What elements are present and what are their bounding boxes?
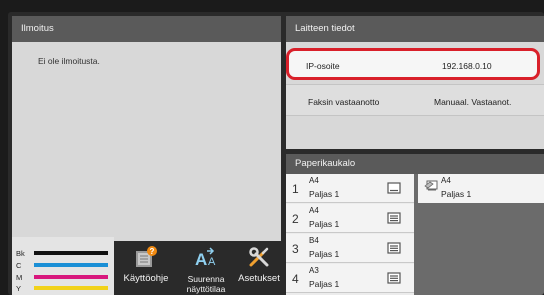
- user-guide-label: Käyttöohje: [123, 273, 169, 284]
- notification-title: Ilmoitus: [12, 16, 281, 42]
- tray-full-icon: [387, 272, 401, 284]
- device-info-title: Laitteen tiedot: [286, 16, 544, 42]
- touch-screen: Ilmoitus Ei ole ilmoitusta. Laitteen tie…: [8, 12, 544, 295]
- toner-cyan: C: [12, 260, 114, 272]
- ip-address-value: 192.168.0.10: [442, 61, 492, 71]
- tools-icon: [249, 247, 269, 267]
- tray-2[interactable]: 2 A4 Paljas 1: [286, 204, 414, 233]
- tray-1[interactable]: 1 A4 Paljas 1: [286, 174, 414, 203]
- zoom-display-label-line1: Suurenna: [187, 274, 225, 284]
- tray-list: 1 A4 Paljas 1 2 A4 Paljas 1 3 B4 Paljas …: [286, 174, 414, 295]
- paper-tray-title: Paperikaukalo: [286, 154, 544, 174]
- tray-paper-type: Paljas 1: [309, 189, 340, 199]
- notification-body: Ei ole ilmoitusta.: [12, 42, 281, 241]
- toner-label: C: [16, 261, 22, 270]
- tray-4[interactable]: 4 A3 Paljas 1: [286, 264, 414, 293]
- zoom-display-label: Suurenna näyttötilaa: [178, 274, 234, 294]
- toner-levels: Bk C M Y: [12, 237, 114, 295]
- zoom-text-icon: A A: [195, 247, 216, 269]
- tray-paper-size: A4: [309, 176, 319, 185]
- zoom-display-label-line2: näyttötilaa: [186, 284, 226, 294]
- toner-bar: [34, 275, 108, 279]
- zoom-display-button[interactable]: A A Suurenna näyttötilaa: [178, 241, 234, 294]
- tray-paper-type: Paljas 1: [309, 249, 340, 259]
- notification-message: Ei ole ilmoitusta.: [38, 56, 100, 66]
- tray-paper-size: B4: [309, 236, 319, 245]
- tray-empty-icon: [387, 182, 401, 194]
- device-info-body: IP-osoite 192.168.0.10 Faksin vastaanott…: [286, 42, 544, 149]
- bypass-paper-type: Paljas 1: [441, 189, 472, 199]
- fax-receive-label: Faksin vastaanotto: [308, 97, 380, 107]
- tray-number: 1: [292, 182, 299, 196]
- settings-label: Asetukset: [238, 273, 280, 284]
- toner-bar: [34, 263, 108, 267]
- settings-button[interactable]: Asetukset: [234, 241, 284, 293]
- bypass-tray-icon: [424, 180, 438, 191]
- toner-black: Bk: [12, 248, 114, 260]
- svg-text:?: ?: [150, 247, 155, 256]
- bypass-tray[interactable]: A4 Paljas 1: [418, 174, 544, 203]
- user-guide-button[interactable]: ? Käyttöohje: [116, 241, 176, 293]
- tray-full-icon: [387, 242, 401, 254]
- bypass-paper-size: A4: [441, 176, 451, 185]
- tray-paper-size: A4: [309, 206, 319, 215]
- tray-paper-type: Paljas 1: [309, 279, 340, 289]
- tray-paper-type: Paljas 1: [309, 219, 340, 229]
- paper-tray-panel: Paperikaukalo 1 A4 Paljas 1 2 A4 Paljas …: [286, 154, 544, 295]
- svg-text:A: A: [195, 250, 207, 269]
- svg-text:A: A: [208, 256, 216, 268]
- device-info-panel: Laitteen tiedot IP-osoite 192.168.0.10 F…: [286, 16, 544, 149]
- tray-full-icon: [387, 212, 401, 224]
- device-frame: Ilmoitus Ei ole ilmoitusta. Laitteen tie…: [0, 0, 544, 295]
- toner-label: Bk: [16, 249, 25, 258]
- book-help-icon: ?: [136, 246, 157, 267]
- fax-receive-value: Manuaal. Vastaanot.: [434, 97, 512, 107]
- toner-label: Y: [16, 284, 22, 293]
- tray-number: 4: [292, 272, 299, 286]
- ip-address-row[interactable]: IP-osoite 192.168.0.10: [286, 48, 540, 80]
- tray-3[interactable]: 3 B4 Paljas 1: [286, 234, 414, 263]
- ip-address-label: IP-osoite: [306, 61, 340, 71]
- tray-paper-size: A3: [309, 266, 319, 275]
- toner-bar: [34, 251, 108, 255]
- notification-panel: Ilmoitus Ei ole ilmoitusta.: [12, 16, 281, 241]
- tray-number: 2: [292, 212, 299, 226]
- tray-number: 3: [292, 242, 299, 256]
- fax-receive-row[interactable]: Faksin vastaanotto Manuaal. Vastaanot.: [286, 84, 544, 116]
- toner-label: M: [16, 273, 23, 282]
- toner-bar: [34, 286, 108, 290]
- toner-yellow: Y: [12, 283, 114, 295]
